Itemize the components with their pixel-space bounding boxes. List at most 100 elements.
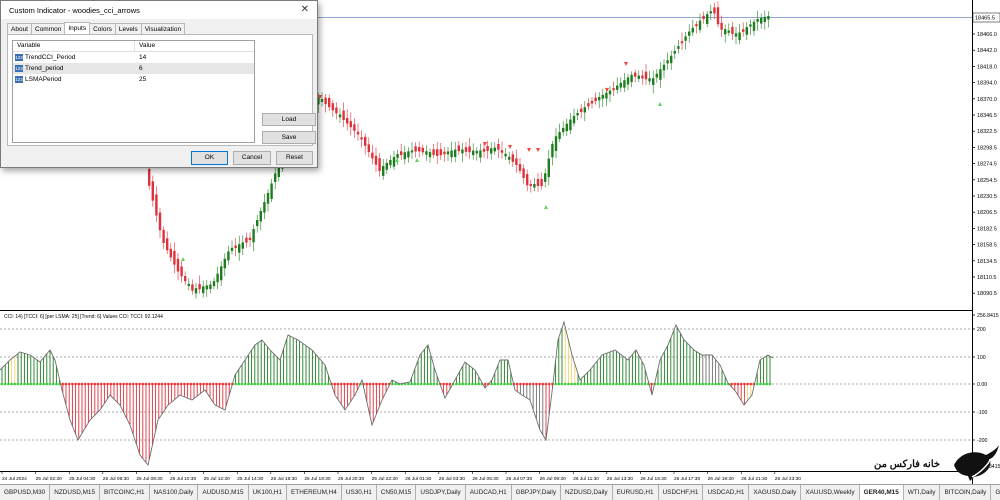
symbol-tab[interactable]: GBP	[991, 485, 1000, 500]
trend-dot	[317, 382, 321, 386]
candle	[443, 151, 446, 155]
time-tick-label: 26 Jul 17:30	[674, 476, 700, 482]
trend-dot	[55, 382, 58, 386]
trend-dot	[320, 382, 324, 386]
indicator-tick-label: 256.8415	[977, 313, 999, 319]
symbol-tab[interactable]: GBPUSD,M30	[0, 485, 51, 500]
trend-dot	[611, 382, 615, 386]
candle	[482, 148, 486, 152]
trend-dot	[573, 382, 577, 386]
table-row[interactable]: 123 TrendCCI_Period 14	[13, 52, 254, 63]
candle	[349, 121, 352, 128]
candle	[248, 237, 252, 240]
candle	[263, 202, 266, 213]
candle	[407, 151, 410, 158]
candle	[259, 211, 262, 222]
buy-arrow-icon	[181, 257, 185, 261]
cancel-button[interactable]: Cancel	[233, 151, 271, 165]
candle	[580, 108, 583, 113]
symbol-tab[interactable]: USDCHF,H1	[659, 485, 704, 500]
symbol-tab[interactable]: NZDUSD,Daily	[561, 485, 613, 500]
ok-button[interactable]: OK	[191, 151, 228, 165]
table-row[interactable]: 123 LSMAPeriod 25	[13, 74, 254, 85]
symbol-tab[interactable]: USDJPY,Daily	[416, 485, 466, 500]
trend-dot	[669, 382, 673, 386]
candle	[695, 24, 698, 27]
trend-dot	[567, 382, 570, 386]
candle	[713, 7, 716, 14]
trend-dot	[743, 382, 746, 386]
trend-dot	[90, 382, 93, 386]
load-button[interactable]: Load	[262, 113, 316, 126]
trend-dot	[23, 382, 26, 386]
save-button[interactable]: Save	[262, 131, 316, 144]
trend-dot	[13, 382, 17, 386]
candle	[576, 113, 579, 116]
buy-arrow-icon	[395, 158, 399, 162]
symbol-tab[interactable]: ETHEREUM,H4	[287, 485, 342, 500]
cci-line	[0, 320, 774, 467]
trend-dot	[128, 382, 132, 386]
trend-dot	[269, 382, 273, 386]
candle	[569, 119, 572, 131]
symbol-tab[interactable]: GBPJPY,Daily	[512, 485, 562, 500]
trend-dot	[570, 382, 573, 386]
trend-dot	[224, 382, 228, 386]
symbol-tab[interactable]: CN50,M15	[377, 485, 417, 500]
trend-dot	[416, 382, 420, 386]
trend-dot	[634, 382, 637, 386]
symbol-tab[interactable]: NAS100,Daily	[150, 485, 199, 500]
candle	[155, 194, 158, 216]
symbol-tab[interactable]: XAGUSD,Daily	[749, 485, 802, 500]
time-tick-label: 25 Jul 16:30	[271, 476, 297, 482]
candle	[511, 154, 514, 162]
trend-dot	[349, 382, 353, 386]
symbol-tab[interactable]: AUDCAD,H1	[466, 485, 512, 500]
symbol-tab[interactable]: EURUSD,H1	[613, 485, 659, 500]
candle	[526, 174, 529, 186]
trend-dot	[125, 382, 129, 386]
symbol-tab[interactable]: BITCOIN,Daily	[940, 485, 992, 500]
price-tick-label: 18230.5	[977, 194, 997, 200]
candle	[572, 115, 576, 124]
trend-dot	[471, 382, 474, 386]
candle	[515, 158, 518, 165]
trend-dot	[608, 382, 612, 386]
table-row[interactable]: 123 Trend_period 6	[13, 63, 254, 74]
trend-dot	[7, 382, 10, 386]
symbol-tab[interactable]: AUDUSD,M15	[198, 485, 249, 500]
trend-dot	[227, 382, 231, 386]
reset-button[interactable]: Reset	[276, 151, 313, 165]
param-value[interactable]: 6	[135, 63, 143, 74]
candle	[763, 16, 766, 22]
trend-dot	[71, 382, 74, 386]
trend-dot	[74, 382, 77, 386]
trend-dot	[544, 382, 548, 386]
candle	[612, 88, 615, 91]
candle	[547, 158, 550, 178]
symbol-tab[interactable]: UK100,H1	[249, 485, 288, 500]
close-icon[interactable]: ✕	[301, 4, 309, 15]
trend-dot	[211, 382, 215, 386]
candle	[601, 94, 604, 99]
symbol-tab[interactable]: WTI,Daily	[904, 485, 941, 500]
symbol-tab[interactable]: USDCAD,H1	[703, 485, 750, 500]
candle	[662, 64, 666, 71]
candle	[490, 148, 493, 154]
buy-arrow-icon	[544, 205, 548, 209]
trend-dot	[218, 382, 221, 386]
trend-dot	[554, 382, 557, 386]
candle	[266, 193, 270, 204]
trend-dot	[602, 382, 605, 386]
symbol-tab[interactable]: BITCOINC,H1	[100, 485, 150, 500]
symbol-tab[interactable]: GER40,M15	[859, 485, 904, 500]
trend-dot	[237, 382, 241, 386]
symbol-tab[interactable]: US30,H1	[342, 485, 377, 500]
symbol-tab[interactable]: NZDUSD,M15	[50, 485, 101, 500]
sell-arrow-icon	[536, 148, 540, 152]
trend-dot	[730, 382, 733, 386]
candle	[223, 258, 226, 269]
param-value[interactable]: 25	[135, 74, 146, 85]
param-value[interactable]: 14	[135, 52, 146, 63]
symbol-tab[interactable]: XAUUSD,Weekly	[801, 485, 860, 500]
